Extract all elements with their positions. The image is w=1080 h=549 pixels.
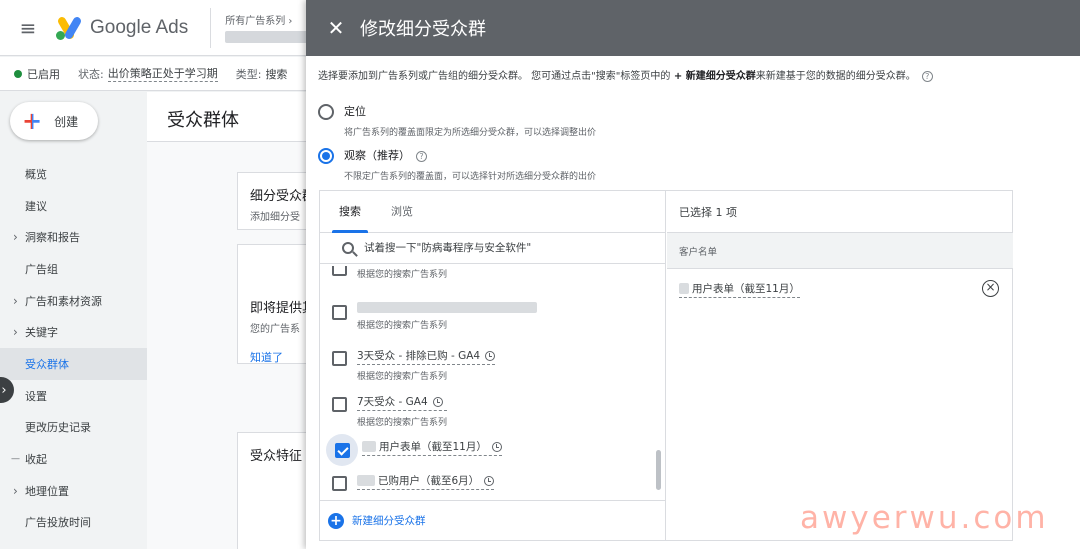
- segment-source: 根据您的搜索广告系列: [357, 418, 448, 428]
- sidebar-item-ad-schedule[interactable]: 广告投放时间: [0, 507, 147, 539]
- segment-checkbox[interactable]: [332, 476, 347, 491]
- sidebar-item-change-history[interactable]: 更改历史记录: [0, 412, 147, 444]
- segment-checkbox-checked[interactable]: [334, 442, 350, 458]
- sidebar-item-recommendations[interactable]: 建议: [0, 190, 147, 222]
- list-scrollbar[interactable]: [656, 450, 661, 490]
- segment-source: 根据您的搜索广告系列: [357, 270, 448, 280]
- list-item[interactable]: 根据您的搜索广告系列: [332, 266, 447, 298]
- intro-text-end: 来新建基于您的数据的细分受众群。: [755, 71, 916, 82]
- sidebar-item-keywords[interactable]: 关键字: [0, 316, 147, 348]
- segment-source: 根据您的搜索广告系列: [357, 372, 448, 382]
- edit-segments-panel: ✕ 修改细分受众群 选择要添加到广告系列或广告组的细分受众群。 您可通过点击"搜…: [306, 0, 1080, 549]
- observation-label: 观察（推荐）?: [344, 147, 596, 163]
- intro-text: 选择要添加到广告系列或广告组的细分受众群。 您可通过点击"搜索"标签页中的: [318, 71, 671, 82]
- segment-search: [320, 233, 665, 264]
- list-item[interactable]: 已购用户（截至6月）: [332, 473, 495, 499]
- sidebar-item-ads-assets[interactable]: 广告和素材资源: [0, 285, 147, 317]
- clock-icon: [484, 475, 495, 486]
- site-watermark: awyerwu.com: [800, 500, 1049, 536]
- observation-option[interactable]: 观察（推荐）? 不限定广告系列的覆盖面，可以选择针对所选细分受众群的出价: [318, 147, 596, 182]
- sidebar-item-locations[interactable]: 地理位置: [0, 475, 147, 507]
- observation-radio[interactable]: [318, 148, 334, 164]
- new-segment-button[interactable]: + 新建细分受众群: [320, 500, 666, 540]
- product-name: Google Ads: [90, 16, 189, 38]
- segment-name: 用户表单（截至11月）: [362, 439, 502, 456]
- sidebar-item-insights[interactable]: 洞察和报告: [0, 221, 147, 253]
- sidebar: + 创建 概览 建议 洞察和报告 广告组 广告和素材资源 关键字 受众群体 设置…: [0, 92, 147, 549]
- search-input[interactable]: [364, 242, 634, 254]
- list-item[interactable]: 根据您的搜索广告系列: [332, 302, 537, 342]
- clock-icon: [485, 350, 496, 361]
- panel-intro: 选择要添加到广告系列或广告组的细分受众群。 您可通过点击"搜索"标签页中的 + …: [318, 67, 933, 82]
- clock-icon: [491, 441, 502, 452]
- segment-name: 已购用户（截至6月）: [357, 473, 495, 490]
- status-value[interactable]: 已启用: [27, 66, 60, 82]
- segment-picker: 搜索 浏览 根据您的搜索广告系列: [319, 190, 1013, 541]
- picker-tabs: 搜索 浏览: [320, 191, 665, 233]
- sidebar-item-overview[interactable]: 概览: [0, 158, 147, 190]
- plus-icon: +: [22, 107, 43, 135]
- segment-checkbox-focus[interactable]: [326, 434, 358, 466]
- segment-checkbox[interactable]: [332, 266, 347, 276]
- tab-browse[interactable]: 浏览: [376, 190, 428, 232]
- selected-segments-pane: 已选择 1 项 客户名单 用户表单（截至11月） ×: [667, 191, 1013, 540]
- segment-list: 根据您的搜索广告系列 根据您的搜索广告系列 3天受众 - 排除已购 - GA4 …: [320, 266, 666, 499]
- blurred-prefix: [362, 441, 376, 452]
- selected-group-header: 客户名单: [667, 233, 1013, 269]
- selected-segment-name: 用户表单（截至11月）: [679, 281, 800, 298]
- breadcrumb[interactable]: 所有广告系列 ›: [210, 7, 316, 48]
- selected-count: 已选择 1 项: [667, 191, 1013, 233]
- page-title: 受众群体: [167, 110, 239, 131]
- intro-bold: + 新建细分受众群: [670, 71, 756, 82]
- type-label: 类型:: [235, 67, 262, 81]
- segment-checkbox[interactable]: [332, 351, 347, 366]
- sidebar-item-audiences[interactable]: 受众群体: [0, 348, 147, 380]
- breadcrumb-blurred-campaign: [225, 31, 316, 43]
- blurred-prefix: [357, 475, 375, 486]
- breadcrumb-parent[interactable]: 所有广告系列 ›: [225, 12, 315, 27]
- create-label: 创建: [54, 114, 79, 129]
- state-value[interactable]: 出价策略正处于学习期: [107, 65, 218, 82]
- search-icon: [342, 242, 354, 254]
- create-button[interactable]: + 创建: [10, 102, 98, 140]
- list-item[interactable]: 3天受众 - 排除已购 - GA4 根据您的搜索广告系列: [332, 348, 496, 388]
- sidebar-item-collapse[interactable]: 收起: [0, 443, 147, 475]
- segment-name: 7天受众 - GA4: [357, 394, 448, 411]
- segment-browse-pane: 搜索 浏览 根据您的搜索广告系列: [320, 191, 666, 540]
- segment-checkbox[interactable]: [332, 305, 347, 320]
- list-item[interactable]: 7天受众 - GA4 根据您的搜索广告系列: [332, 394, 448, 434]
- segment-name-blurred: [357, 302, 537, 314]
- menu-icon[interactable]: ≡: [0, 16, 56, 40]
- state-label: 状态:: [78, 67, 104, 81]
- remove-circle-icon[interactable]: ×: [982, 280, 999, 297]
- targeting-desc: 将广告系列的覆盖面限定为所选细分受众群，可以选择调整出价: [344, 128, 597, 138]
- type-value: 搜索: [265, 67, 288, 81]
- targeting-option[interactable]: 定位 将广告系列的覆盖面限定为所选细分受众群，可以选择调整出价: [318, 103, 596, 138]
- panel-title: 修改细分受众群: [360, 19, 486, 40]
- blurred-prefix: [679, 282, 689, 294]
- sidebar-item-ad-groups[interactable]: 广告组: [0, 253, 147, 285]
- help-icon[interactable]: ?: [416, 150, 427, 162]
- sidebar-nav: 概览 建议 洞察和报告 广告组 广告和素材资源 关键字 受众群体 设置 更改历史…: [0, 158, 147, 538]
- sidebar-item-settings[interactable]: 设置: [0, 380, 147, 412]
- observation-desc: 不限定广告系列的覆盖面，可以选择针对所选细分受众群的出价: [344, 172, 597, 182]
- close-icon[interactable]: ✕: [324, 16, 348, 40]
- new-segment-label: 新建细分受众群: [352, 515, 426, 527]
- clock-icon: [432, 396, 443, 407]
- add-circle-icon: +: [328, 512, 344, 529]
- segment-source: 根据您的搜索广告系列: [357, 321, 448, 331]
- targeting-radio[interactable]: [318, 104, 334, 120]
- tab-search[interactable]: 搜索: [324, 190, 376, 233]
- google-ads-logo-icon: [56, 15, 83, 40]
- help-icon[interactable]: ?: [921, 70, 933, 82]
- status-dot-icon: [14, 69, 22, 78]
- segment-checkbox[interactable]: [332, 397, 347, 412]
- panel-header: ✕ 修改细分受众群: [306, 0, 1080, 56]
- selected-item: 用户表单（截至11月） ×: [667, 269, 1013, 309]
- targeting-label: 定位: [344, 105, 366, 118]
- segment-name: 3天受众 - 排除已购 - GA4: [357, 348, 496, 365]
